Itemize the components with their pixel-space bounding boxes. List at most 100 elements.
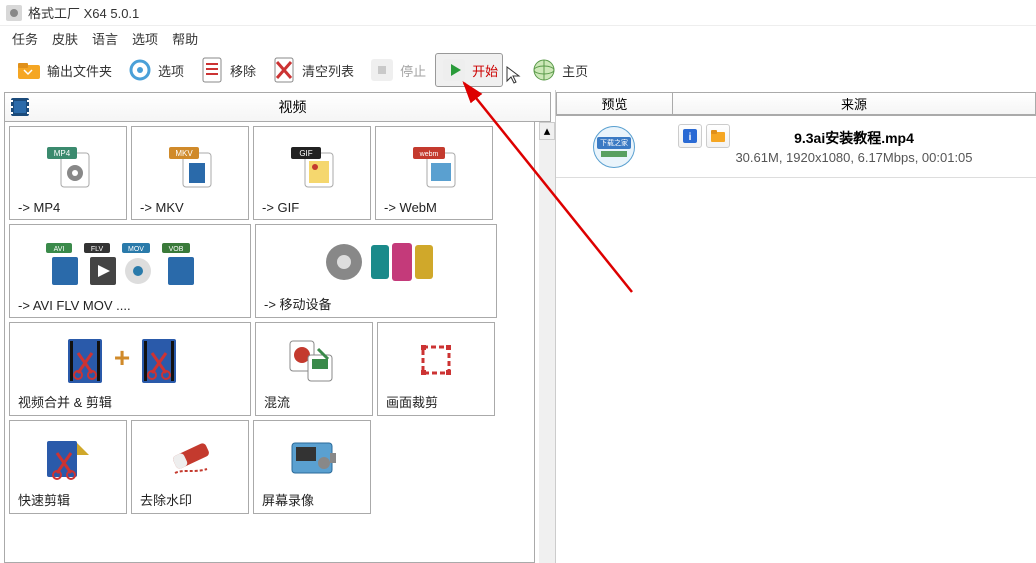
cell-mp4[interactable]: MP4 -> MP4 xyxy=(9,126,127,220)
cell-crop[interactable]: 画面裁剪 xyxy=(377,322,495,416)
cell-label: -> WebM xyxy=(380,198,488,215)
output-folder-button[interactable]: 输出文件夹 xyxy=(10,53,117,87)
home-button[interactable]: 主页 xyxy=(525,53,593,87)
home-label: 主页 xyxy=(562,61,588,80)
cell-label: 去除水印 xyxy=(136,488,244,509)
stop-label: 停止 xyxy=(400,61,426,80)
multi-format-icon: AVI FLV MOV VOB xyxy=(14,231,246,296)
thumb-circle-icon: 下载之家 xyxy=(593,126,635,168)
cell-avi-flv-mov[interactable]: AVI FLV MOV VOB -> AVI FLV MOV .... xyxy=(9,224,251,318)
thumb-caption: 下载之家 xyxy=(597,137,631,149)
cell-screen-record[interactable]: 屏幕录像 xyxy=(253,420,371,514)
left-scrollbar[interactable]: ▴ xyxy=(539,122,555,563)
cell-label: -> MP4 xyxy=(14,198,122,215)
mkv-icon: MKV xyxy=(136,133,244,198)
title-bar: 格式工厂 X64 5.0.1 xyxy=(0,0,1036,26)
webm-icon: webm xyxy=(380,133,488,198)
cursor-icon xyxy=(505,65,521,85)
cell-webm[interactable]: webm -> WebM xyxy=(375,126,493,220)
scroll-up-icon[interactable]: ▴ xyxy=(539,122,555,140)
col-source[interactable]: 来源 xyxy=(672,92,1036,115)
svg-text:+: + xyxy=(114,342,130,373)
stop-button[interactable]: 停止 xyxy=(363,53,431,87)
cell-quick-cut[interactable]: 快速剪辑 xyxy=(9,420,127,514)
cell-label: -> 移动设备 xyxy=(260,292,492,313)
menu-language[interactable]: 语言 xyxy=(92,29,118,48)
cell-gif[interactable]: GIF -> GIF xyxy=(253,126,371,220)
merge-cut-icon: + xyxy=(14,329,246,390)
remove-button[interactable]: 移除 xyxy=(193,53,261,87)
crop-icon xyxy=(382,329,490,390)
cell-video-merge-cut[interactable]: + 视频合并 & 剪辑 xyxy=(9,322,251,416)
cell-mobile-device[interactable]: -> 移动设备 xyxy=(255,224,497,318)
cell-label: -> AVI FLV MOV .... xyxy=(14,296,246,313)
svg-text:FLV: FLV xyxy=(91,246,104,253)
remove-label: 移除 xyxy=(230,61,256,80)
clear-list-label: 清空列表 xyxy=(302,61,354,80)
svg-text:webm: webm xyxy=(419,151,439,158)
menu-help[interactable]: 帮助 xyxy=(172,29,198,48)
gif-icon: GIF xyxy=(258,133,366,198)
svg-text:GIF: GIF xyxy=(299,149,312,158)
cell-mkv[interactable]: MKV -> MKV xyxy=(131,126,249,220)
cell-label: -> GIF xyxy=(258,198,366,215)
source-meta: 30.61M, 1920x1080, 6.17Mbps, 00:01:05 xyxy=(735,150,972,165)
format-grid: MP4 -> MP4 MKV -> MKV GIF -> GIF xyxy=(4,122,535,563)
info-icon: i xyxy=(683,129,697,143)
queue-row[interactable]: 下载之家 i 9.3ai安装教程.mp4 30.61M, 1920x1080, … xyxy=(556,116,1036,178)
menu-skin[interactable]: 皮肤 xyxy=(52,29,78,48)
open-folder-button[interactable] xyxy=(706,124,730,148)
right-panel: 预览 来源 下载之家 i 9.3ai安装教程.mp4 xyxy=(556,90,1036,563)
cell-label: 画面裁剪 xyxy=(382,390,490,411)
svg-text:i: i xyxy=(689,132,692,143)
source-info: i 9.3ai安装教程.mp4 30.61M, 1920x1080, 6.17M… xyxy=(672,116,1036,177)
svg-text:MP4: MP4 xyxy=(54,149,71,158)
cell-label: 视频合并 & 剪辑 xyxy=(14,390,246,411)
clear-list-button[interactable]: 清空列表 xyxy=(265,53,359,87)
video-category-header[interactable]: 视频 xyxy=(4,92,551,122)
gear-icon xyxy=(126,56,154,84)
app-icon xyxy=(6,5,22,21)
mux-icon xyxy=(260,329,368,390)
cell-label: 混流 xyxy=(260,390,368,411)
main-area: 视频 MP4 -> MP4 MKV -> MKV xyxy=(0,90,1036,563)
folder-icon xyxy=(15,56,43,84)
start-label: 开始 xyxy=(472,61,498,80)
cell-mux[interactable]: 混流 xyxy=(255,322,373,416)
quick-cut-icon xyxy=(14,427,122,488)
toolbar: 输出文件夹 选项 移除 清空列表 停止 开始 主页 xyxy=(0,50,1036,90)
mobile-device-icon xyxy=(260,231,492,292)
globe-icon xyxy=(530,56,558,84)
play-icon xyxy=(440,56,468,84)
cell-label: 屏幕录像 xyxy=(258,488,366,509)
mp4-icon: MP4 xyxy=(14,133,122,198)
right-header: 预览 来源 xyxy=(556,92,1036,116)
svg-text:AVI: AVI xyxy=(54,246,65,253)
stop-icon xyxy=(368,56,396,84)
options-label: 选项 xyxy=(158,61,184,80)
preview-thumb: 下载之家 xyxy=(556,116,672,177)
svg-text:MKV: MKV xyxy=(175,149,193,158)
cell-label: 快速剪辑 xyxy=(14,488,122,509)
svg-text:MOV: MOV xyxy=(128,246,144,253)
svg-text:VOB: VOB xyxy=(169,246,184,253)
output-folder-label: 输出文件夹 xyxy=(47,61,112,80)
source-title: 9.3ai安装教程.mp4 xyxy=(794,128,914,148)
cell-remove-watermark[interactable]: 去除水印 xyxy=(131,420,249,514)
clear-icon xyxy=(270,56,298,84)
start-button[interactable]: 开始 xyxy=(435,53,503,87)
menu-bar: 任务 皮肤 语言 选项 帮助 xyxy=(0,26,1036,50)
left-panel: 视频 MP4 -> MP4 MKV -> MKV xyxy=(0,90,556,563)
info-button[interactable]: i xyxy=(678,124,702,148)
cell-label: -> MKV xyxy=(136,198,244,215)
camcorder-icon xyxy=(258,427,366,488)
options-button[interactable]: 选项 xyxy=(121,53,189,87)
menu-task[interactable]: 任务 xyxy=(12,29,38,48)
window-title: 格式工厂 X64 5.0.1 xyxy=(28,3,139,22)
menu-options[interactable]: 选项 xyxy=(132,29,158,48)
video-header-label: 视频 xyxy=(35,97,550,117)
col-preview[interactable]: 预览 xyxy=(556,92,672,115)
eraser-icon xyxy=(136,427,244,488)
remove-icon xyxy=(198,56,226,84)
film-icon xyxy=(9,96,31,118)
